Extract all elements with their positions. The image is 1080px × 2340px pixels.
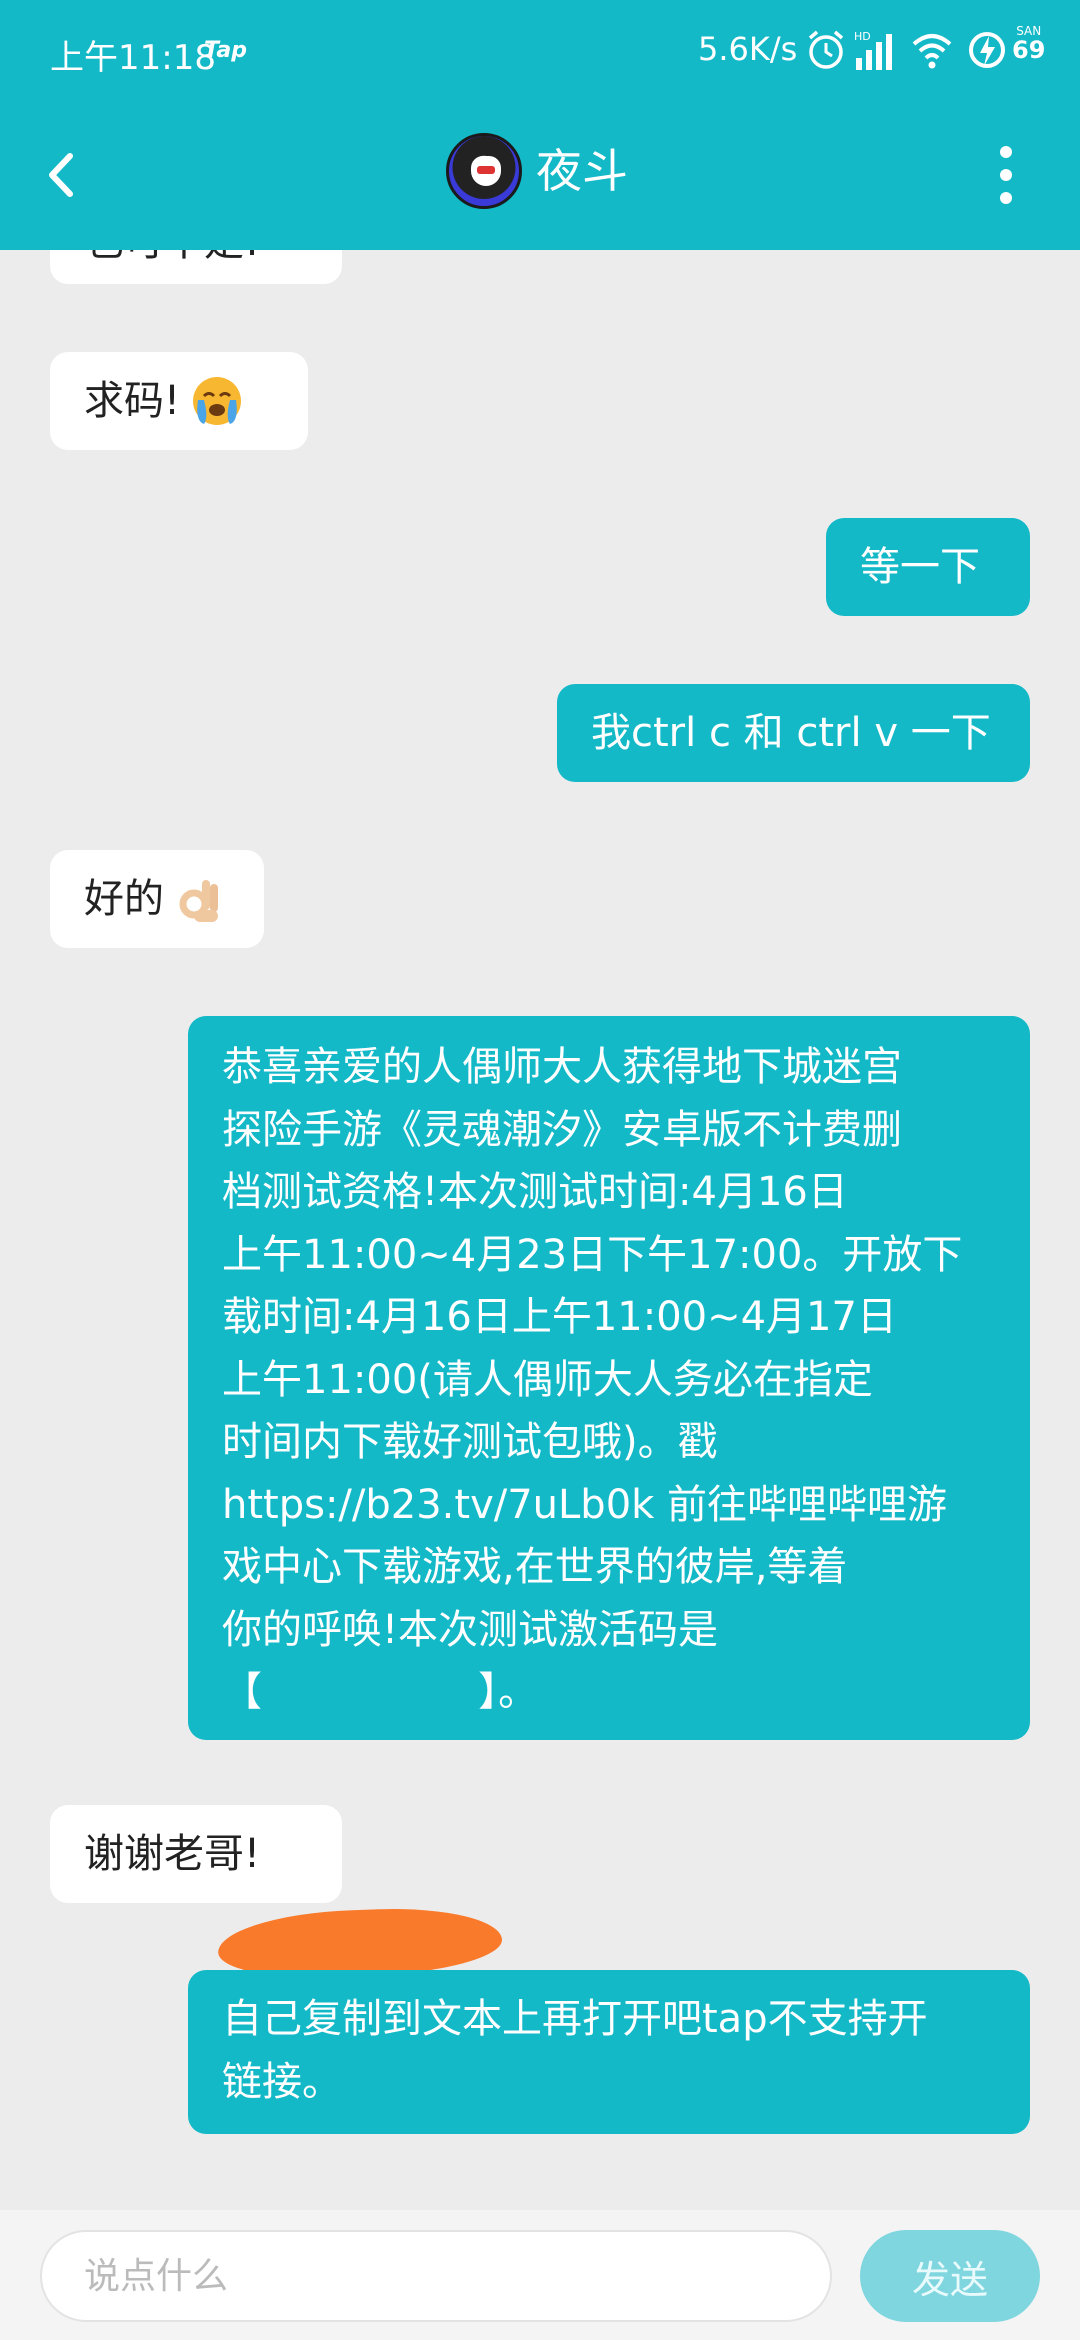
hd-label: HD bbox=[854, 30, 871, 43]
message-line: 自己复制到文本上再打开吧tap不支持开 bbox=[222, 1996, 928, 2042]
message-line: 你的呼唤!本次测试激活码是 bbox=[222, 1606, 719, 1653]
message-line: 载时间:4月16日上午11:00~4月17日 bbox=[222, 1294, 897, 1340]
message-bubble-incoming[interactable]: 求码! bbox=[50, 352, 308, 450]
alarm-icon bbox=[808, 30, 844, 69]
battery-saver-icon bbox=[969, 32, 1005, 68]
chat-header: 夜斗 bbox=[0, 120, 1080, 230]
status-net-speed: 5.6K/s bbox=[698, 30, 798, 68]
message-text: 我ctrl c 和 ctrl v 一下 bbox=[591, 710, 991, 756]
message-line: 上午11:00(请人偶师大人务必在指定 bbox=[222, 1356, 873, 1403]
message-bubble-incoming[interactable]: 也可不是! bbox=[50, 250, 342, 284]
message-bubble-outgoing[interactable]: 恭喜亲爱的人偶师大人获得地下城迷宫 探险手游《灵魂潮汐》安卓版不计费删 档测试资… bbox=[188, 1016, 1030, 1740]
message-bubble-outgoing[interactable]: 等一下 bbox=[826, 518, 1030, 616]
message-link-line[interactable]: https://b23.tv/7uLb0k 前往哔哩哔哩游 bbox=[222, 1474, 996, 1537]
contact-avatar[interactable] bbox=[446, 133, 522, 209]
message-line: 探险手游《灵魂潮汐》安卓版不计费删 bbox=[222, 1106, 902, 1153]
ok-hand-emoji-icon bbox=[179, 880, 218, 922]
message-text: 等一下 bbox=[860, 544, 980, 590]
message-line: 档测试资格!本次测试时间:4月16日 bbox=[222, 1169, 848, 1215]
message-line: 上午11:00~4月23日下午17:00。开放下 bbox=[222, 1231, 963, 1278]
signal-icon: HD bbox=[854, 30, 892, 70]
message-line: 链接。 bbox=[222, 2058, 342, 2105]
message-list[interactable]: 也可不是! 求码! 等一下 我ctrl c 和 ctrl v 一下 好的 恭喜亲… bbox=[0, 250, 1080, 2210]
message-line: 恭喜亲爱的人偶师大人获得地下城迷宫 bbox=[222, 1044, 902, 1090]
message-line: 时间内下载好测试包哦)。戳 bbox=[222, 1419, 718, 1465]
message-bubble-incoming[interactable]: 好的 bbox=[50, 850, 264, 948]
status-icons: HD bbox=[806, 28, 1046, 76]
more-options-icon[interactable] bbox=[986, 142, 1026, 208]
message-text: 求码! bbox=[84, 378, 181, 424]
message-bubble-outgoing[interactable]: 自己复制到文本上再打开吧tap不支持开 链接。 bbox=[188, 1970, 1030, 2134]
message-line: 戏中心下载游戏,在世界的彼岸,等着 bbox=[222, 1544, 848, 1590]
status-time: 上午11:18 bbox=[50, 38, 216, 78]
composer-bar: 发送 bbox=[0, 2210, 1080, 2340]
message-text: 谢谢老哥! bbox=[84, 1831, 261, 1877]
message-text: 也可不是! bbox=[84, 250, 260, 270]
back-icon[interactable] bbox=[28, 140, 98, 210]
message-bubble-outgoing[interactable]: 我ctrl c 和 ctrl v 一下 bbox=[557, 684, 1030, 782]
top-bar: 上午11:18 Tap 5.6K/s HD SAN 69 夜斗 bbox=[0, 0, 1080, 250]
wifi-icon bbox=[912, 34, 952, 69]
san-value: 69 bbox=[1012, 36, 1046, 64]
contact-name: 夜斗 bbox=[536, 144, 628, 198]
crying-face-emoji-icon bbox=[193, 377, 242, 425]
status-app-tag: Tap bbox=[204, 38, 247, 63]
message-line: 【 】。 bbox=[222, 1669, 539, 1715]
send-button[interactable]: 发送 bbox=[860, 2230, 1040, 2322]
message-bubble-incoming[interactable]: 谢谢老哥! bbox=[50, 1805, 342, 1903]
san-indicator: SAN 69 bbox=[1012, 24, 1045, 62]
message-text: 好的 bbox=[84, 876, 164, 922]
status-bar: 上午11:18 Tap 5.6K/s HD SAN 69 bbox=[0, 0, 1080, 104]
message-input[interactable] bbox=[40, 2230, 832, 2322]
